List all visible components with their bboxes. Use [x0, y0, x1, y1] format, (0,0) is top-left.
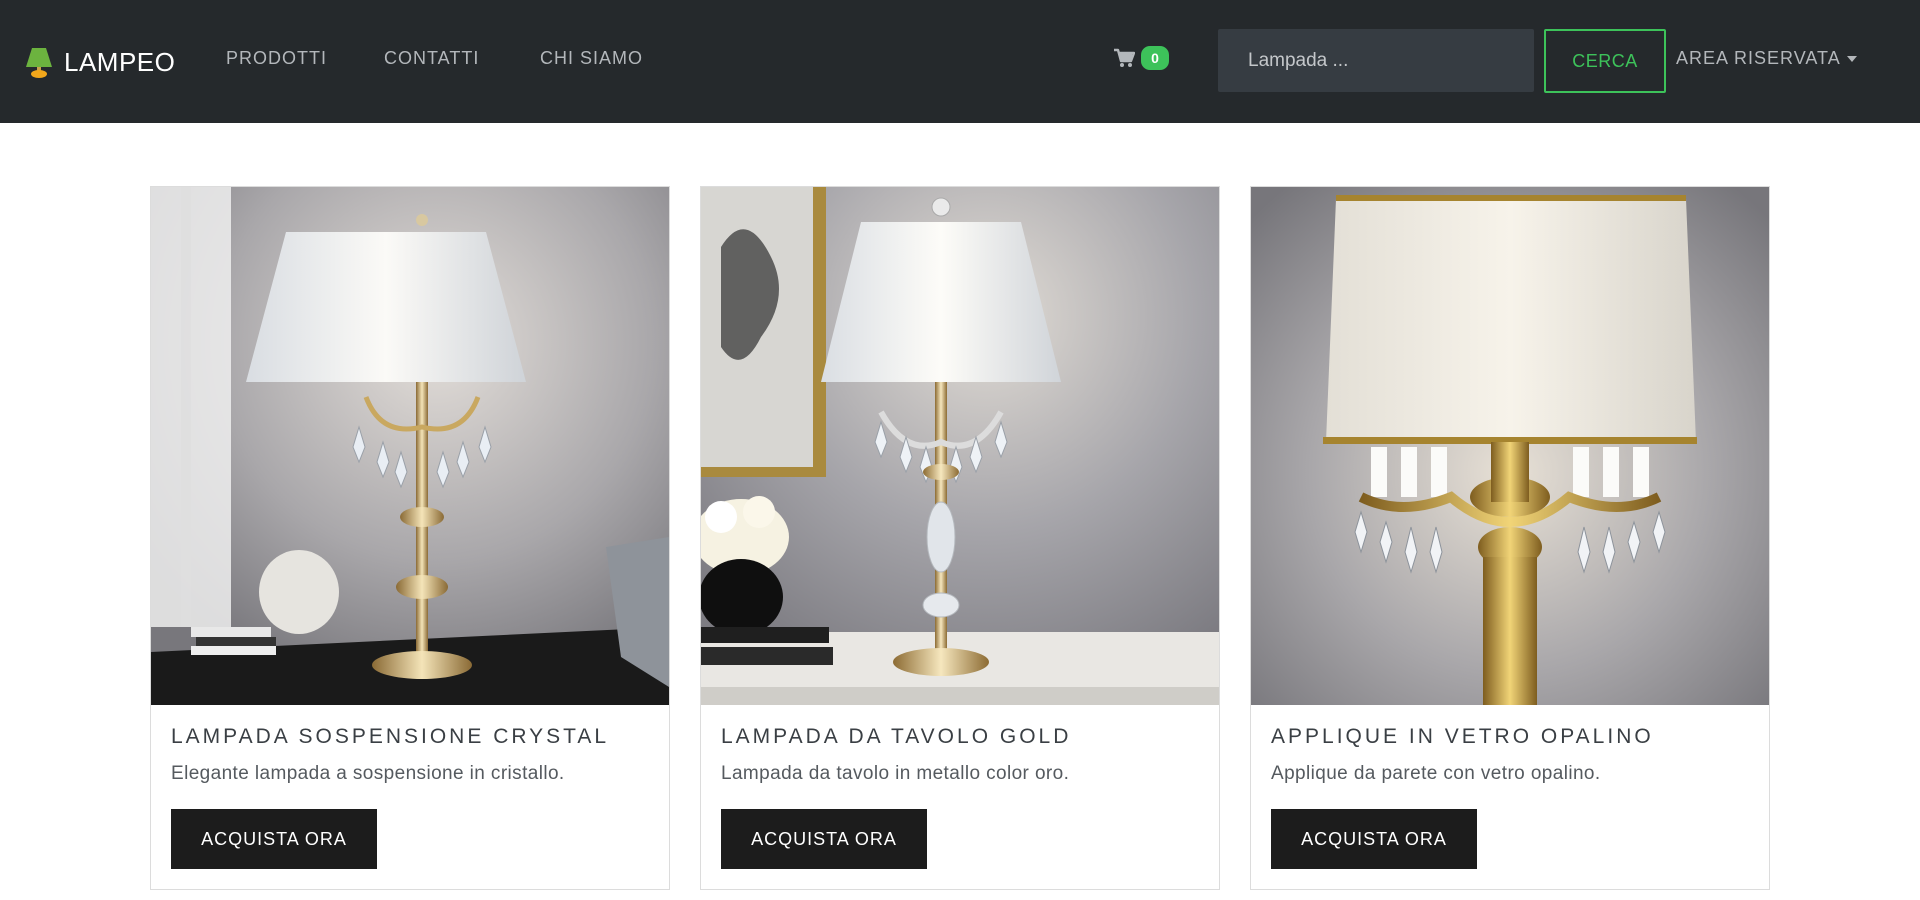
product-card: LAMPADA SOSPENSIONE CRYSTAL Elegante lam…: [150, 186, 670, 890]
brand-name: LAMPEO: [64, 46, 176, 77]
buy-now-button[interactable]: ACQUISTA ORA: [721, 809, 927, 869]
caret-down-icon: [1846, 55, 1857, 62]
brand-link[interactable]: LAMPEO: [24, 42, 175, 82]
cart-count-badge: 0: [1141, 46, 1169, 70]
product-description: Elegante lampada a sospensione in crista…: [171, 763, 565, 784]
product-card: LAMPADA DA TAVOLO GOLD Lampada da tavolo…: [700, 186, 1220, 890]
nav-link-contatti[interactable]: CONTATTI: [384, 48, 479, 69]
nav-link-prodotti[interactable]: PRODOTTI: [226, 48, 327, 69]
buy-now-button[interactable]: ACQUISTA ORA: [171, 809, 377, 869]
nav-link-chi-siamo[interactable]: CHI SIAMO: [540, 48, 643, 69]
shopping-cart-icon: [1114, 48, 1135, 67]
product-description: Lampada da tavolo in metallo color oro.: [721, 763, 1070, 784]
product-image-crystal-lamp[interactable]: [151, 187, 669, 705]
lamp-logo-icon: [26, 48, 52, 78]
navbar: LAMPEO PRODOTTI CONTATTI CHI SIAMO 0 CER…: [0, 0, 1920, 123]
reserved-area-dropdown[interactable]: AREA RISERVATA: [1676, 48, 1857, 69]
reserved-area-label: AREA RISERVATA: [1676, 48, 1841, 68]
cart-button[interactable]: 0: [1113, 46, 1169, 70]
product-title: LAMPADA DA TAVOLO GOLD: [721, 725, 1072, 748]
product-title: LAMPADA SOSPENSIONE CRYSTAL: [171, 725, 610, 748]
product-image-opaline-applique[interactable]: [1251, 187, 1769, 705]
product-title: APPLIQUE IN VETRO OPALINO: [1271, 725, 1654, 748]
product-description: Applique da parete con vetro opalino.: [1271, 763, 1601, 784]
search-button[interactable]: CERCA: [1544, 29, 1666, 93]
product-image-gold-table-lamp[interactable]: [701, 187, 1219, 705]
buy-now-button[interactable]: ACQUISTA ORA: [1271, 809, 1477, 869]
product-card: APPLIQUE IN VETRO OPALINO Applique da pa…: [1250, 186, 1770, 890]
search-input[interactable]: [1218, 29, 1534, 92]
